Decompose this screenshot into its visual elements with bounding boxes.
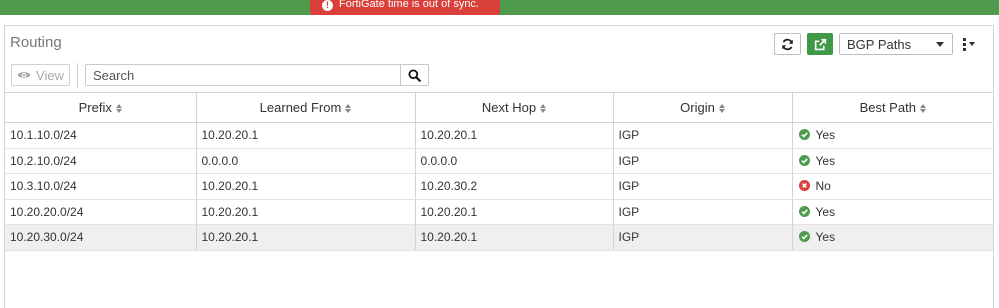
cell-next-hop: 10.20.20.1 — [415, 224, 614, 251]
cell-learned-from: 10.20.20.1 — [196, 199, 416, 225]
sort-icon — [345, 104, 352, 114]
table-header-row: Prefix Learned From Next Hop Origin Best… — [5, 92, 993, 123]
column-header-best-path[interactable]: Best Path — [792, 92, 993, 123]
caret-down-icon — [969, 42, 975, 46]
cell-best-path: Yes — [792, 122, 993, 149]
check-circle-icon — [798, 205, 810, 217]
cell-best-path: Yes — [792, 199, 993, 225]
cell-origin: IGP — [613, 173, 793, 200]
cell-learned-from: 0.0.0.0 — [196, 148, 416, 174]
search-input[interactable] — [86, 65, 400, 85]
cell-prefix: 10.1.10.0/24 — [5, 122, 197, 149]
table-row[interactable]: 10.20.20.0/24 10.20.20.1 10.20.20.1 IGP … — [5, 199, 993, 225]
alert-message: FortiGate time is out of sync. — [339, 0, 479, 10]
table-row[interactable]: 10.2.10.0/24 0.0.0.0 0.0.0.0 IGP Yes — [5, 148, 993, 174]
cell-prefix: 10.20.30.0/24 — [5, 224, 197, 251]
cell-next-hop: 10.20.20.1 — [415, 122, 614, 149]
cell-best-path: No — [792, 173, 993, 200]
cell-learned-from: 10.20.20.1 — [196, 173, 416, 200]
view-button[interactable]: View — [11, 64, 70, 86]
cell-learned-from: 10.20.20.1 — [196, 224, 416, 251]
toolbar-divider — [77, 63, 78, 88]
refresh-button[interactable] — [774, 33, 801, 55]
column-header-origin[interactable]: Origin — [613, 92, 793, 123]
cell-origin: IGP — [613, 199, 793, 225]
column-header-prefix[interactable]: Prefix — [5, 92, 197, 123]
best-path-label: Yes — [815, 230, 836, 245]
check-circle-icon — [798, 129, 810, 141]
refresh-icon — [782, 38, 793, 50]
cell-best-path: Yes — [792, 224, 993, 251]
search-icon — [408, 68, 421, 82]
sort-icon — [919, 104, 926, 114]
route-view-selected: BGP Paths — [847, 36, 912, 52]
table-row[interactable]: 10.1.10.0/24 10.20.20.1 10.20.20.1 IGP Y… — [5, 122, 993, 149]
cell-origin: IGP — [613, 224, 793, 251]
sort-icon — [540, 104, 547, 114]
routing-table: Prefix Learned From Next Hop Origin Best… — [5, 92, 993, 251]
sort-icon — [115, 104, 122, 114]
external-link-icon — [814, 38, 826, 50]
more-menu-button[interactable] — [963, 35, 983, 53]
search-button[interactable] — [400, 65, 428, 85]
cell-prefix: 10.3.10.0/24 — [5, 173, 197, 200]
panel-title: Routing — [10, 34, 62, 51]
x-circle-icon — [798, 180, 810, 192]
cell-learned-from: 10.20.20.1 — [196, 122, 416, 149]
cell-origin: IGP — [613, 148, 793, 174]
search-box — [85, 64, 429, 86]
best-path-label: No — [815, 179, 831, 194]
exclamation-circle-icon: ! — [322, 0, 333, 11]
time-sync-alert[interactable]: ! FortiGate time is out of sync. — [310, 0, 500, 15]
cell-prefix: 10.2.10.0/24 — [5, 148, 197, 174]
best-path-label: Yes — [815, 153, 836, 168]
cell-next-hop: 0.0.0.0 — [415, 148, 614, 174]
table-row[interactable]: 10.3.10.0/24 10.20.20.1 10.20.30.2 IGP N… — [5, 173, 993, 200]
best-path-label: Yes — [815, 204, 836, 219]
sort-icon — [718, 104, 725, 114]
check-circle-icon — [798, 231, 810, 243]
cell-prefix: 10.20.20.0/24 — [5, 199, 197, 225]
route-view-select[interactable]: BGP Paths — [839, 33, 953, 55]
cell-next-hop: 10.20.30.2 — [415, 173, 614, 200]
check-circle-icon — [798, 154, 810, 166]
vertical-dots-icon — [963, 37, 966, 51]
best-path-label: Yes — [815, 128, 836, 143]
routing-panel: Routing BGP Paths View Search Prefix Lea… — [4, 25, 994, 308]
cell-best-path: Yes — [792, 148, 993, 174]
table-row-selected[interactable]: 10.20.30.0/24 10.20.20.1 10.20.20.1 IGP … — [5, 224, 993, 251]
column-header-next-hop[interactable]: Next Hop — [415, 92, 614, 123]
cell-next-hop: 10.20.20.1 — [415, 199, 614, 225]
column-header-learned-from[interactable]: Learned From — [196, 92, 416, 123]
export-button[interactable] — [807, 33, 833, 55]
view-button-label: View — [36, 67, 64, 83]
chevron-down-icon — [936, 41, 944, 47]
cell-origin: IGP — [613, 122, 793, 149]
eye-icon — [17, 72, 31, 78]
